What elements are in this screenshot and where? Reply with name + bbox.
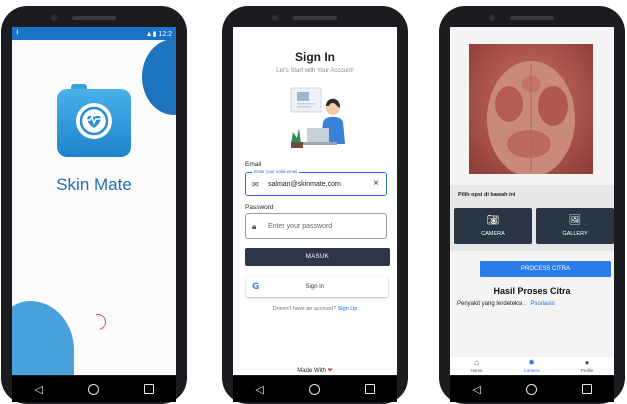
home-circle-icon[interactable]	[525, 383, 537, 395]
status-bar: ⭳ ▲▮ 12:2	[12, 27, 176, 40]
camera-button[interactable]: 📷︎ CAMERA	[454, 208, 532, 244]
download-icon: ⭳	[16, 29, 19, 36]
phone-signin: Sign In Let's Start with Your Account! E…	[222, 6, 408, 404]
clear-icon[interactable]: ×	[373, 178, 379, 190]
password-label: Password	[245, 204, 274, 211]
result-screen: Pilih opsi di bawah ini 📷︎ CAMERA 🖼︎ GAL…	[450, 27, 614, 375]
masuk-button[interactable]: MASUK	[245, 248, 390, 266]
recent-apps-icon[interactable]	[143, 384, 154, 394]
email-field-legend: Enter your valid email	[252, 169, 300, 174]
email-label: Email	[245, 161, 262, 168]
google-signin-label: Sign in	[305, 284, 324, 290]
illustration-person-laptop	[290, 87, 345, 148]
back-icon[interactable]: ◁	[34, 384, 42, 395]
password-placeholder: Enter your password	[268, 222, 333, 230]
camera-aperture-icon: ✸	[528, 358, 535, 367]
front-camera	[489, 15, 495, 21]
heart-icon: ❤	[327, 368, 333, 374]
camera-icon: 📷︎	[486, 214, 500, 226]
detected-disease-value: Psoriasis	[530, 301, 555, 307]
system-navbar: ◁	[450, 376, 614, 402]
email-field[interactable]: Enter your valid email ✉ salman@skinmate…	[245, 169, 387, 196]
status-right: ▲▮ 12:2	[146, 30, 172, 38]
nav-item-profile[interactable]: ● Profile	[580, 358, 594, 374]
gallery-label: GALLERY	[562, 230, 588, 237]
decor-blob-bottom	[12, 301, 74, 375]
app-name: Skin Mate	[56, 175, 132, 194]
made-with-text: Made With	[297, 368, 326, 374]
phone-splash: ⭳ ▲▮ 12:2 Skin Mate ◁	[1, 6, 187, 404]
process-citra-button[interactable]: PROCESS CITRA	[480, 261, 611, 277]
system-navbar: ◁	[12, 376, 176, 402]
signup-link[interactable]: Sign Up	[338, 306, 358, 312]
home-circle-icon[interactable]	[87, 383, 99, 395]
skin-image	[469, 44, 593, 177]
nav-profile-label: Profile	[580, 368, 594, 373]
recent-apps-icon[interactable]	[581, 384, 592, 394]
camera-label: CAMERA	[481, 230, 505, 237]
front-camera	[51, 15, 57, 21]
page-title: Sign In	[295, 50, 335, 64]
decor-blob-top	[142, 39, 176, 115]
lock-icon: 🔒︎	[252, 221, 257, 231]
person-icon: ●	[584, 358, 590, 367]
home-circle-icon[interactable]	[308, 383, 320, 395]
nav-item-home[interactable]: ⌂ Home	[470, 358, 483, 374]
mail-icon: ✉	[252, 179, 259, 189]
back-icon[interactable]: ◁	[472, 384, 480, 395]
loading-spinner	[87, 311, 109, 333]
signup-prompt: Doesn't have an account? Sign Up	[233, 306, 397, 312]
page-subtitle: Let's Start with Your Account!	[276, 68, 354, 74]
system-navbar: ◁	[233, 376, 397, 402]
google-icon: G	[252, 282, 260, 292]
options-panel: Pilih opsi di bawah ini 📷︎ CAMERA 🖼︎ GAL…	[450, 185, 614, 251]
nav-home-label: Home	[470, 368, 483, 373]
heartbeat-icon	[76, 103, 112, 139]
nav-camera-label: Camera	[523, 368, 540, 373]
signup-prompt-text: Doesn't have an account?	[272, 306, 337, 312]
image-icon: 🖼︎	[568, 214, 582, 226]
signin-screen: Sign In Let's Start with Your Account! E…	[233, 27, 397, 375]
phone-result: Pilih opsi di bawah ini 📷︎ CAMERA 🖼︎ GAL…	[439, 6, 625, 404]
back-icon[interactable]: ◁	[255, 384, 263, 395]
home-icon: ⌂	[474, 358, 479, 367]
footer-credit: Made With ❤	[233, 367, 397, 374]
detected-disease-label: Penyakit yang terdeteksi :	[457, 301, 526, 307]
google-signin-button[interactable]: G Sign in	[246, 277, 388, 297]
splash-screen: ⭳ ▲▮ 12:2 Skin Mate	[12, 27, 176, 375]
front-camera	[272, 15, 278, 21]
bottom-navigation: ⌂ Home ✸ Camera ● Profile	[450, 357, 614, 375]
nav-item-camera[interactable]: ✸ Camera	[523, 358, 540, 374]
options-title: Pilih opsi di bawah ini	[458, 192, 516, 198]
signal-icon: ▲▮	[145, 30, 157, 38]
result-title: Hasil Proses Citra	[493, 286, 571, 296]
detected-disease: Penyakit yang terdeteksi : Psoriasis	[457, 301, 555, 307]
password-field[interactable]: 🔒︎ Enter your password	[245, 213, 387, 239]
recent-apps-icon[interactable]	[364, 384, 375, 394]
email-value: salman@skinmate.com	[268, 180, 341, 188]
status-time: 12:2	[158, 30, 172, 38]
gallery-button[interactable]: 🖼︎ GALLERY	[536, 208, 614, 244]
